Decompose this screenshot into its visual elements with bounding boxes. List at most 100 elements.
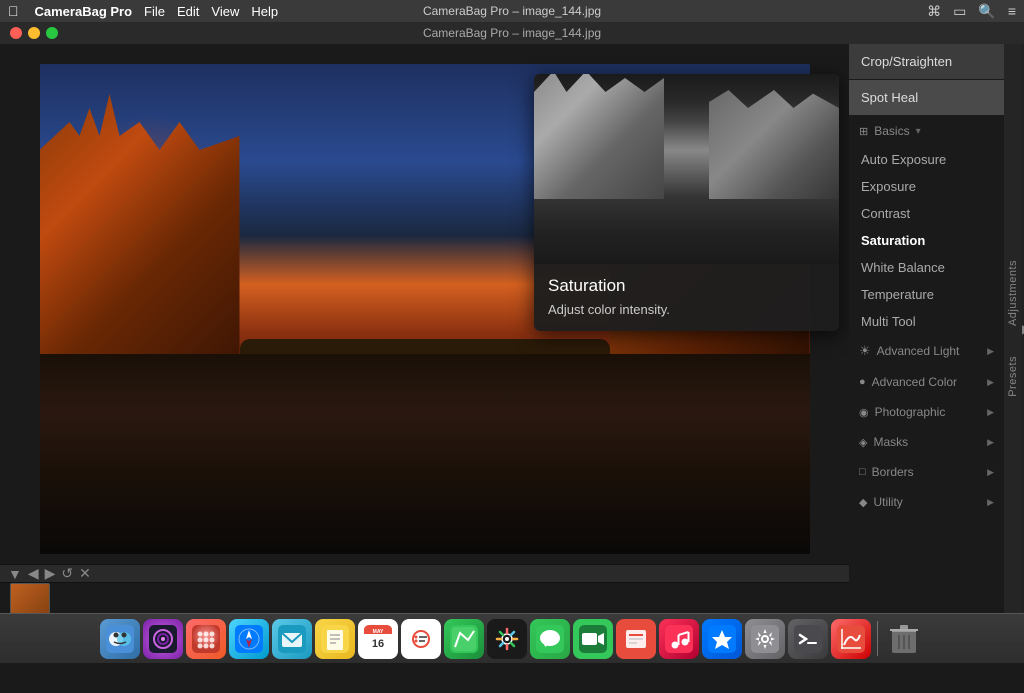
- dock-maps[interactable]: [444, 619, 484, 659]
- dock-mail[interactable]: [272, 619, 312, 659]
- dock-settings[interactable]: [745, 619, 785, 659]
- menubar-icon-2: ▭: [953, 3, 966, 20]
- menu-view[interactable]: View: [211, 4, 239, 19]
- photographic-arrow: ▶: [987, 407, 994, 418]
- window-controls: [10, 27, 58, 39]
- image-container: Saturation Adjust color intensity.: [0, 44, 849, 564]
- menubar-right: ⌘ ▭ 🔍 ≡: [927, 3, 1016, 20]
- basics-contrast[interactable]: Contrast: [849, 200, 1004, 227]
- dock-reminders[interactable]: [401, 619, 441, 659]
- crop-straighten-button[interactable]: Crop/Straighten: [849, 44, 1004, 79]
- advanced-color-arrow: ▶: [987, 377, 994, 388]
- borders-section[interactable]: □ Borders ▶: [849, 457, 1004, 487]
- utility-label: Utility: [873, 495, 902, 509]
- tooltip-preview-image: [534, 74, 839, 264]
- basics-temperature[interactable]: Temperature: [849, 281, 1004, 308]
- bottom-controls: ▼ ◀ ▶ ↺ ✕: [0, 564, 849, 582]
- dock-siri[interactable]: [143, 619, 183, 659]
- dock-safari[interactable]: [229, 619, 269, 659]
- advanced-color-icon: ●: [859, 376, 866, 388]
- masks-section[interactable]: ◈ Masks ▶: [849, 427, 1004, 457]
- svg-text:16: 16: [372, 638, 384, 650]
- photographic-icon: ◉: [859, 406, 869, 419]
- advanced-light-arrow: ▶: [987, 346, 994, 357]
- content-area: Saturation Adjust color intensity. ▼ ◀ ▶…: [0, 44, 1024, 613]
- menu-edit[interactable]: Edit: [177, 4, 199, 19]
- advanced-color-label: Advanced Color: [872, 375, 957, 389]
- basics-saturation[interactable]: Saturation: [849, 227, 1004, 254]
- dock-appstore[interactable]: [702, 619, 742, 659]
- spot-heal-button[interactable]: Spot Heal: [849, 80, 1004, 115]
- filmstrip-toggle[interactable]: ▼: [8, 566, 22, 582]
- basics-section-header[interactable]: ⊞ Basics ▾: [849, 116, 1004, 146]
- maximize-button[interactable]: [46, 27, 58, 39]
- dock-scripteditor[interactable]: [788, 619, 828, 659]
- adjustments-tab[interactable]: Adjustments: [1004, 245, 1022, 341]
- right-panel-container: Crop/Straighten Spot Heal ⊞ Basics ▾ Aut…: [849, 44, 1024, 613]
- dock-music[interactable]: [659, 619, 699, 659]
- utility-section[interactable]: ◆ Utility ▶: [849, 487, 1004, 517]
- app-name[interactable]: CameraBag Pro: [35, 4, 133, 19]
- menubar-icon-3: ≡: [1008, 3, 1016, 19]
- search-icon[interactable]: 🔍: [978, 3, 995, 20]
- menu-file[interactable]: File: [144, 4, 165, 19]
- advanced-color-section[interactable]: ● Advanced Color ▶: [849, 367, 1004, 397]
- tooltip-title: Saturation: [548, 276, 825, 296]
- close-button-bottom[interactable]: ✕: [79, 565, 91, 582]
- dock-finder[interactable]: [100, 619, 140, 659]
- basics-exposure[interactable]: Exposure: [849, 173, 1004, 200]
- dock-grapher[interactable]: [831, 619, 871, 659]
- dock-messages[interactable]: [530, 619, 570, 659]
- dock-facetime[interactable]: [573, 619, 613, 659]
- apple-menu[interactable]: : [8, 3, 19, 19]
- utility-icon: ◆: [859, 496, 867, 509]
- basics-auto-exposure[interactable]: Auto Exposure: [849, 146, 1004, 173]
- tooltip-content: Saturation Adjust color intensity.: [534, 264, 839, 331]
- photographic-section[interactable]: ◉ Photographic ▶: [849, 397, 1004, 427]
- basics-icon: ⊞: [859, 125, 868, 138]
- tooltip-description: Adjust color intensity.: [548, 302, 825, 317]
- dock-notes[interactable]: [315, 619, 355, 659]
- right-panel: Crop/Straighten Spot Heal ⊞ Basics ▾ Aut…: [849, 44, 1004, 613]
- basics-white-balance[interactable]: White Balance: [849, 254, 1004, 281]
- water: [40, 354, 810, 554]
- window-title: CameraBag Pro – image_144.jpg: [423, 4, 601, 18]
- reset-button[interactable]: ↺: [61, 565, 73, 582]
- basics-label: Basics: [874, 124, 909, 138]
- menu-help[interactable]: Help: [251, 4, 278, 19]
- titlebar-text: CameraBag Pro – image_144.jpg: [423, 26, 601, 40]
- dock-divider: [877, 621, 878, 656]
- dock-launchpad[interactable]: [186, 619, 226, 659]
- borders-icon: □: [859, 466, 866, 478]
- minimize-button[interactable]: [28, 27, 40, 39]
- dock-photos[interactable]: [487, 619, 527, 659]
- borders-label: Borders: [872, 465, 914, 479]
- canvas-area: Saturation Adjust color intensity. ▼ ◀ ▶…: [0, 44, 849, 613]
- dock: MAY 16: [0, 613, 1024, 663]
- basics-chevron: ▾: [916, 126, 921, 137]
- masks-icon: ◈: [859, 436, 867, 449]
- filmstrip-thumb-1[interactable]: [10, 583, 50, 613]
- bw-water: [534, 199, 839, 264]
- svg-text:MAY: MAY: [373, 629, 384, 635]
- bw-building-right: [709, 84, 839, 204]
- dock-trash[interactable]: [884, 619, 924, 659]
- prev-button[interactable]: ◀: [28, 565, 39, 582]
- next-button[interactable]: ▶: [45, 565, 56, 582]
- photographic-label: Photographic: [875, 405, 946, 419]
- side-tabs: Adjustments Presets: [1004, 44, 1022, 613]
- bw-building-left: [534, 74, 664, 204]
- borders-arrow: ▶: [987, 467, 994, 478]
- advanced-light-section[interactable]: ☀ Advanced Light ▶: [849, 335, 1004, 367]
- presets-tab[interactable]: Presets: [1004, 341, 1022, 412]
- advanced-light-label: Advanced Light: [877, 344, 960, 358]
- filmstrip: [0, 582, 849, 613]
- utility-arrow: ▶: [987, 497, 994, 508]
- dock-news[interactable]: [616, 619, 656, 659]
- basics-multi-tool[interactable]: Multi Tool: [849, 308, 1004, 335]
- titlebar: CameraBag Pro – image_144.jpg: [0, 22, 1024, 44]
- menubar-icon-1: ⌘: [927, 3, 941, 20]
- masks-label: Masks: [873, 435, 908, 449]
- close-button[interactable]: [10, 27, 22, 39]
- dock-calendar[interactable]: MAY 16: [358, 619, 398, 659]
